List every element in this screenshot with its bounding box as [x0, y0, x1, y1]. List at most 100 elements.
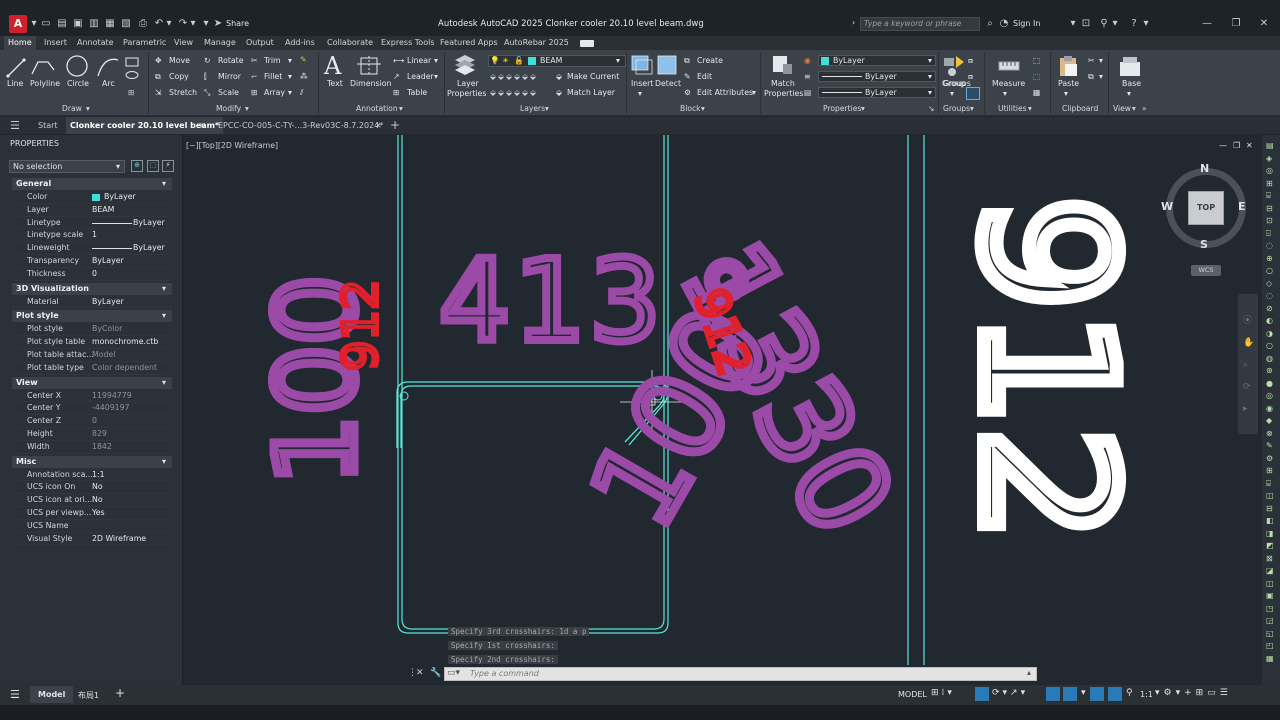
property-row[interactable]: UCS Name [12, 520, 172, 533]
layer-properties-button-line1[interactable]: Layer [457, 79, 479, 89]
redo-dropdown-icon[interactable]: ▾ [187, 18, 199, 30]
modify-panel-label[interactable]: Modify [216, 104, 241, 113]
property-value[interactable]: No [92, 494, 103, 507]
app-menu-chevron-icon[interactable]: ▾ [28, 18, 40, 30]
scale-button[interactable]: Scale [218, 88, 239, 98]
tab-manage[interactable]: Manage [204, 36, 236, 50]
quick-select-icon[interactable]: ⬚ [1033, 56, 1040, 66]
block-panel-expand-icon[interactable]: ▾ [701, 104, 705, 113]
select-all-icon[interactable]: ⬚ [1033, 72, 1040, 82]
property-category-view[interactable]: View [12, 376, 172, 389]
clipboard-panel-label[interactable]: Clipboard [1062, 104, 1098, 113]
property-category-viz3d[interactable]: 3D Visualization [12, 282, 172, 295]
property-row[interactable]: Thickness 0 [12, 268, 172, 281]
help-icon[interactable]: ? [1128, 18, 1140, 30]
tab-parametric[interactable]: Parametric [123, 36, 166, 50]
group-edit-icon[interactable]: ⧈ [968, 72, 973, 82]
arc-button[interactable]: Arc [102, 79, 115, 89]
property-row[interactable]: Transparency ByLayer [12, 255, 172, 268]
layout-menu-icon[interactable]: ☰ [10, 688, 20, 701]
plot-icon[interactable]: ⎙ [137, 18, 149, 30]
measure-button[interactable]: Measure [992, 79, 1025, 89]
tab-insert[interactable]: Insert [44, 36, 67, 50]
file-tab-close-icon[interactable]: ✕ [199, 117, 206, 134]
compass-north[interactable]: N [1200, 162, 1209, 175]
property-row[interactable]: UCS icon On No [12, 481, 172, 495]
calculator-icon[interactable]: ▦ [1033, 88, 1040, 98]
lineweight-toggle-icon[interactable] [1063, 687, 1077, 701]
properties-panel-label[interactable]: Properties [823, 104, 861, 113]
ungroup-icon[interactable]: ⧈ [968, 56, 973, 66]
copy-button[interactable]: Copy [169, 72, 189, 82]
circle-button[interactable]: Circle [67, 79, 89, 89]
properties-dialog-launcher-icon[interactable]: ↘ [928, 104, 934, 113]
selection-dropdown[interactable]: No selection [9, 160, 125, 173]
leader-button[interactable]: Leader [407, 72, 434, 82]
polyline-button[interactable]: Polyline [30, 79, 60, 89]
property-value[interactable]: ByColor [92, 323, 122, 336]
layout1-tab[interactable]: 布局1 [78, 690, 99, 701]
group-button-label[interactable]: Group [942, 79, 966, 89]
paste-button[interactable]: Paste [1058, 79, 1079, 89]
user-icon[interactable]: ◔ [998, 18, 1010, 30]
ribbon-minimize-icon[interactable] [580, 40, 594, 47]
property-value[interactable]: ByLayer [92, 296, 124, 309]
cut-dropdown-icon[interactable]: ▾ [1099, 56, 1103, 66]
save-icon[interactable]: ▣ [72, 18, 84, 30]
lineweight-dropdown-chevron-icon[interactable]: ▾ [928, 88, 932, 98]
property-value[interactable]: Yes [92, 507, 105, 520]
paste-dropdown-icon[interactable]: ▾ [1064, 89, 1068, 99]
insert-button[interactable]: Insert [631, 79, 653, 89]
minimize-icon[interactable]: — [1201, 18, 1213, 30]
property-row[interactable]: Height 829 [12, 428, 172, 441]
linetype-dropdown-chevron-icon[interactable]: ▾ [928, 72, 932, 82]
property-value[interactable]: -4409197 [92, 402, 130, 415]
property-row[interactable]: Linetype scale 1 [12, 229, 172, 243]
transparency-dropdown-icon[interactable]: ▾ [1081, 688, 1086, 698]
save-as-icon[interactable]: ▥ [88, 18, 100, 30]
layers-panel-expand-icon[interactable]: ▾ [545, 104, 549, 113]
copy-clip-dropdown-icon[interactable]: ▾ [1099, 72, 1103, 82]
property-value[interactable]: 2D Wireframe [92, 533, 146, 546]
annotation-visibility-icon[interactable] [1108, 687, 1122, 701]
property-row[interactable]: Material ByLayer [12, 296, 172, 309]
sign-in-button[interactable]: Sign In [1013, 19, 1040, 28]
make-current-button[interactable]: Make Current [567, 72, 619, 82]
create-block-button[interactable]: Create [697, 56, 723, 66]
property-value[interactable]: 829 [92, 428, 107, 441]
tab-annotate[interactable]: Annotate [77, 36, 114, 50]
right-tool-icons[interactable]: ▤ ◈ ◎ ⊞ ⌸ ⊟ ⊡ ⌹ ◌ ⊕ ○ ◇ ◌ ⊘ ◐ ◑ ○ ◍ ⊛ ● ◎ ◉ ◆ ⊗ ✎ ⚙ ⊞ ⌸ ◫ ⊟ ◧ ◨ ◩ ⊠ ◪ ◫ ▣ ◳ ◲ ◱… [1266, 140, 1274, 665]
hatch-icon[interactable]: ⊞ [128, 88, 135, 98]
property-category-general[interactable]: General [12, 178, 172, 190]
viewport-close-icon[interactable]: ✕ [1246, 141, 1253, 150]
measure-dropdown-icon[interactable]: ▾ [1003, 89, 1007, 99]
tab-view[interactable]: View [174, 36, 193, 50]
leader-dropdown-icon[interactable]: ▾ [434, 72, 438, 82]
category-collapse-icon[interactable]: ▾ [162, 311, 166, 320]
compass-south[interactable]: S [1200, 238, 1208, 251]
undo-dropdown-icon[interactable]: ▾ [163, 18, 175, 30]
property-row[interactable]: Plot style ByColor [12, 323, 172, 337]
explode-icon[interactable]: ⁂ [300, 72, 308, 82]
view-panel-expand-icon[interactable]: ▾ [1132, 104, 1136, 113]
property-value[interactable]: Model [92, 349, 115, 362]
property-row[interactable]: UCS per viewp... Yes [12, 507, 172, 520]
property-row[interactable]: Color ByLayer [12, 191, 172, 204]
file-tab-other[interactable]: EPCC-CO-005-C-TY-...3-Rev03C-8.7.2024* [218, 117, 383, 134]
annotation-monitor-icon[interactable] [1090, 687, 1104, 701]
connect-dropdown-icon[interactable]: ▾ [1109, 18, 1121, 30]
share-icon[interactable]: ➤ [212, 18, 224, 30]
property-value[interactable]: ByLayer [92, 255, 124, 268]
command-close-icon[interactable]: ✕ [416, 668, 424, 678]
rotate-button[interactable]: Rotate [218, 56, 244, 66]
ribbon-more-icon[interactable]: » [1142, 104, 1147, 113]
osnap-toggle-icon[interactable] [1046, 687, 1060, 701]
base-dropdown-icon[interactable]: ▾ [1127, 89, 1131, 99]
model-space-button[interactable]: MODEL [898, 690, 927, 699]
viewport-minimize-icon[interactable]: — [1219, 141, 1227, 150]
viewport-restore-icon[interactable]: ❐ [1233, 141, 1240, 150]
mirror-button[interactable]: Mirror [218, 72, 241, 82]
status-toggle-icons-right[interactable]: ▾⚙▾+⊞▭☰ [1155, 688, 1232, 698]
properties-panel-expand-icon[interactable]: ▾ [861, 104, 865, 113]
status-toggle-icons-mid[interactable]: ⟳▾↗▾ [992, 688, 1028, 698]
